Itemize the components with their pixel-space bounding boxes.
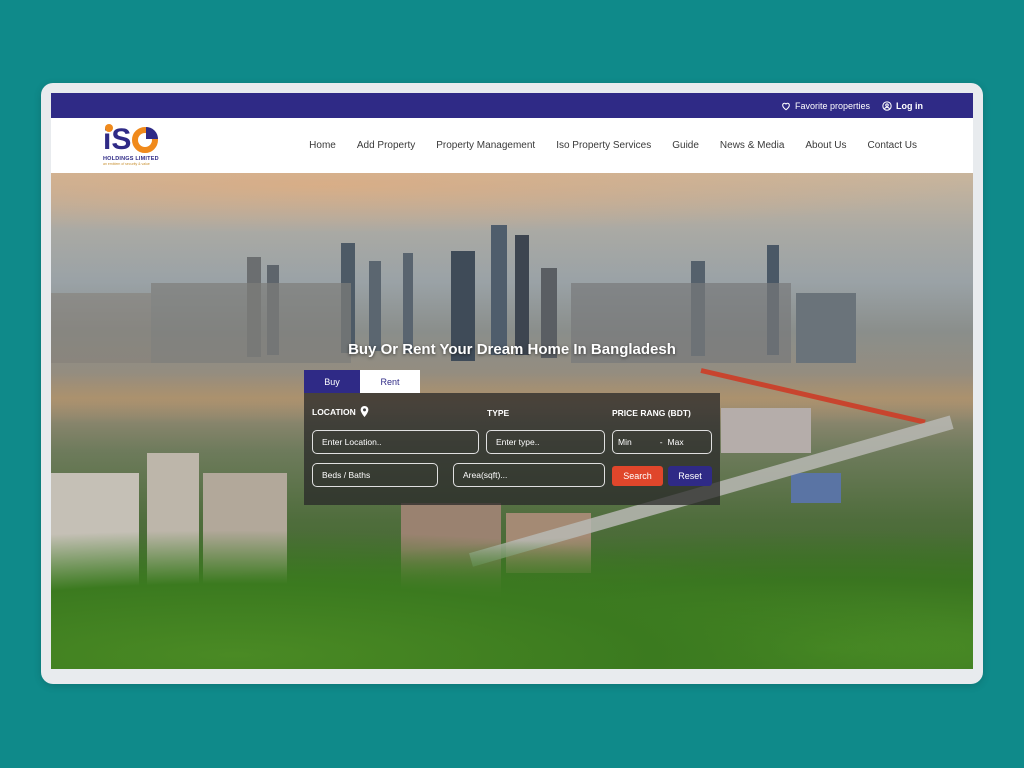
nav-item-news-media[interactable]: News & Media: [720, 140, 784, 151]
tab-buy[interactable]: Buy: [304, 370, 360, 393]
hero-trees: [51, 529, 973, 669]
price-min-input[interactable]: Min: [618, 437, 632, 447]
logo-letter-o: [132, 127, 159, 153]
logo[interactable]: i S HOLDINGS LIMITED an emblem of securi…: [103, 123, 165, 166]
nav-item-guide[interactable]: Guide: [672, 140, 699, 151]
beds-baths-input[interactable]: [312, 463, 438, 487]
nav-item-about-us[interactable]: About Us: [805, 140, 846, 151]
browser-frame: Favorite properties Log in i S HOLDINGS …: [41, 83, 983, 684]
heart-icon: [782, 102, 790, 110]
tab-rent[interactable]: Rent: [360, 370, 420, 393]
website: Favorite properties Log in i S HOLDINGS …: [51, 93, 973, 669]
price-separator: -: [659, 437, 663, 447]
logo-letter-i: i: [103, 123, 113, 156]
login-label: Log in: [896, 100, 923, 111]
type-label: TYPE: [487, 408, 510, 418]
price-range: Min - Max: [612, 430, 712, 454]
area-input[interactable]: [453, 463, 605, 487]
main-navbar: i S HOLDINGS LIMITED an emblem of securi…: [51, 118, 973, 173]
favorites-link[interactable]: Favorite properties: [781, 101, 870, 111]
search-button[interactable]: Search: [612, 466, 663, 486]
location-label: LOCATION: [312, 406, 356, 417]
reset-button[interactable]: Reset: [668, 466, 712, 486]
nav-item-iso-property-services[interactable]: Iso Property Services: [556, 140, 651, 151]
hero-title: Buy Or Rent Your Dream Home In Banglades…: [348, 341, 676, 358]
location-input[interactable]: [312, 430, 479, 454]
nav-item-add-property[interactable]: Add Property: [357, 140, 415, 151]
logo-tagline: an emblem of security & value: [103, 162, 150, 166]
price-label: PRICE RANG (BDT): [612, 408, 691, 418]
login-link[interactable]: Log in: [882, 101, 923, 111]
nav-menu: Home Add Property Property Management Is…: [288, 140, 917, 151]
location-label-wrap: LOCATION: [312, 406, 369, 417]
nav-item-property-management[interactable]: Property Management: [436, 140, 535, 151]
logo-letter-s: S: [111, 123, 132, 156]
type-input[interactable]: [486, 430, 605, 454]
search-panel: LOCATION TYPE PRICE RANG (BDT) Min - Max…: [304, 393, 720, 505]
nav-item-home[interactable]: Home: [309, 140, 336, 151]
logo-mark: i S: [103, 123, 165, 156]
price-max-input[interactable]: Max: [668, 437, 684, 447]
search-tabs: Buy Rent: [304, 370, 420, 393]
favorites-label: Favorite properties: [794, 100, 870, 111]
top-bar: Favorite properties Log in: [51, 93, 973, 118]
user-circle-icon: [882, 100, 892, 111]
hero-sky: [51, 173, 973, 233]
hero-banner: Buy Or Rent Your Dream Home In Banglades…: [51, 173, 973, 669]
map-pin-icon: [360, 406, 369, 417]
nav-item-contact-us[interactable]: Contact Us: [868, 140, 917, 151]
